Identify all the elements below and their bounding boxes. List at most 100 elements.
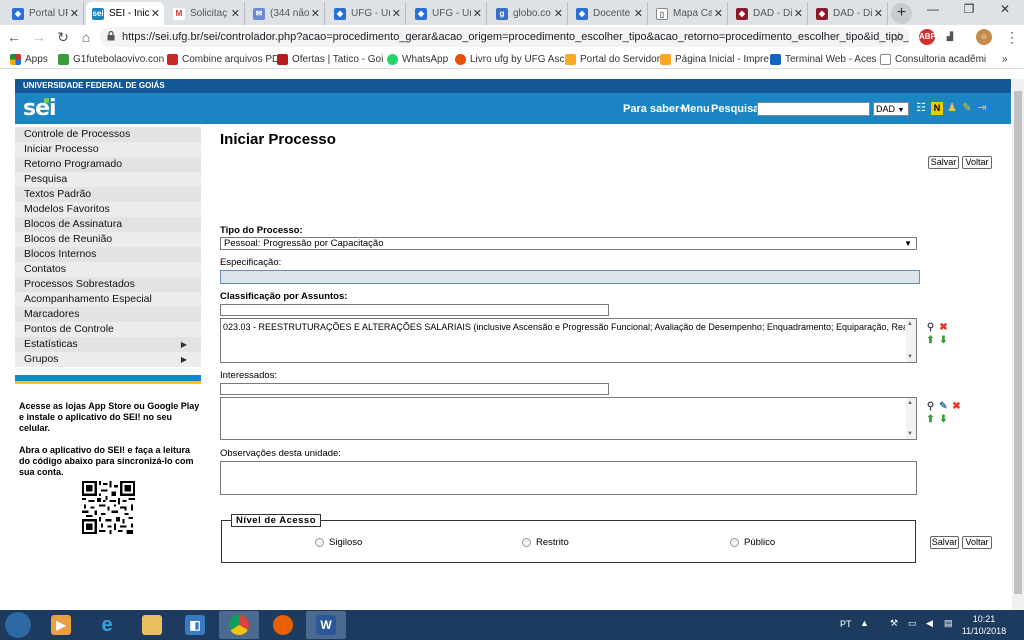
taskbar-word[interactable]: W [306,611,346,639]
lock-icon[interactable] [107,31,115,41]
close-tab-icon[interactable]: ✕ [714,7,723,20]
sidebar-item-grupos[interactable]: Grupos ▶ [15,352,201,367]
observacoes-textarea[interactable] [220,461,917,495]
move-down-icon[interactable]: ⬇ [938,414,949,425]
bookmark[interactable]: Consultoria acadêmi [880,52,986,66]
language-indicator[interactable]: PT [840,619,852,629]
scrollbar[interactable]: ▲ ▼ [906,398,916,439]
star-icon[interactable]: ☆ [890,28,908,46]
move-down-icon[interactable]: ⬇ [938,335,949,346]
sidebar-item-marcadores[interactable]: Marcadores [15,307,201,322]
bookmark[interactable]: Página Inicial - Impre [660,52,769,66]
publico-label[interactable]: Público [744,537,775,548]
scroll-down-icon[interactable]: ▼ [907,354,913,360]
sidebar-item-processos-sobrestados[interactable]: Processos Sobrestados [15,277,201,292]
close-tab-icon[interactable]: ✕ [311,7,320,20]
sidebar-item-retorno-programado[interactable]: Retorno Programado [15,157,201,172]
list-item[interactable]: 023.03 - REESTRUTURAÇÕES E ALTERAÇÕES SA… [223,322,905,332]
taskbar-media-player[interactable]: ▶ [41,611,81,639]
back-button-bottom[interactable]: Voltar [962,536,992,549]
restrito-radio[interactable] [522,538,531,547]
move-up-icon[interactable]: ⬆ [925,335,936,346]
browser-tab[interactable]: g globo.co ✕ [490,2,568,25]
interessados-list[interactable]: ▲ ▼ [220,397,917,440]
back-button-top[interactable]: Voltar [962,156,992,169]
exit-icon[interactable]: ⇥ [976,102,988,115]
close-tab-icon[interactable]: ✕ [151,7,160,20]
remove-icon[interactable]: ✖ [938,322,949,333]
sidebar-item-iniciar-processo[interactable]: Iniciar Processo [15,142,201,157]
taskbar-explorer[interactable] [132,611,172,639]
sei-logo[interactable]: sei [23,96,57,121]
tray-icon[interactable]: ⚒ [890,618,898,629]
edit-icon[interactable]: ✎ [938,401,949,412]
unit-select[interactable]: DAD ▼ [873,102,909,116]
sidebar-item-blocos-assinatura[interactable]: Blocos de Assinatura [15,217,201,232]
scroll-up-icon[interactable]: ▲ [907,321,913,327]
close-tab-icon[interactable]: ✕ [473,7,482,20]
bookmark[interactable]: Livro ufg by UFG Asc [455,52,564,66]
restrito-label[interactable]: Restrito [536,537,569,548]
remove-icon[interactable]: ✖ [951,401,962,412]
notification-icon[interactable]: ▤ [944,618,953,629]
browser-tab[interactable]: ✉ (344 não ✕ [247,2,325,25]
search-icon[interactable]: ⚲ [925,322,936,333]
tray-expand-icon[interactable]: ▲ [860,618,869,628]
browser-menu-icon[interactable]: ⋮ [1003,28,1021,46]
network-icon[interactable]: ▭ [908,618,917,629]
close-tab-icon[interactable]: ✕ [392,7,401,20]
bookmark[interactable]: WhatsApp [387,52,448,66]
browser-tab[interactable]: ▯ Mapa Ca ✕ [650,2,728,25]
interessados-input[interactable] [220,383,609,395]
taskbar-firefox[interactable] [263,611,303,639]
sidebar-item-textos-padrao[interactable]: Textos Padrão [15,187,201,202]
save-button-bottom[interactable]: Salvar [930,536,959,549]
close-tab-icon[interactable]: ✕ [231,7,240,20]
close-tab-icon[interactable]: ✕ [874,7,883,20]
sigiloso-label[interactable]: Sigiloso [329,537,362,548]
especificacao-input[interactable] [220,270,920,284]
browser-tab[interactable]: ◆ Portal UF ✕ [6,2,84,25]
sidebar-item-blocos-internos[interactable]: Blocos Internos [15,247,201,262]
volume-icon[interactable]: ◀ [926,618,933,629]
scroll-down-icon[interactable]: ▼ [907,431,913,437]
browser-tab[interactable]: M Solicitaç ✕ [167,2,245,25]
browser-tab[interactable]: ◆ DAD - Di ✕ [730,2,808,25]
search-input[interactable] [757,102,870,116]
home-icon[interactable]: ⌂ [77,28,95,46]
bookmark-apps[interactable]: Apps [10,52,48,66]
sidebar-item-contatos[interactable]: Contatos [15,262,201,277]
taskbar-app[interactable]: ◧ [175,611,215,639]
close-tab-icon[interactable]: ✕ [794,7,803,20]
menu-link[interactable]: Menu [681,103,710,115]
sidebar-item-controle-processos[interactable]: Controle de Processos [15,127,201,142]
scrollbar-thumb[interactable] [1014,91,1022,594]
bookmark[interactable]: Terminal Web - Aces [770,52,877,66]
taskbar-ie[interactable]: e [87,611,127,639]
signal-icon[interactable]: ▟ [942,29,958,45]
sidebar-item-pesquisa[interactable]: Pesquisa [15,172,201,187]
start-button[interactable] [5,612,31,638]
url-input[interactable]: https://sei.ufg.br/sei/controlador.php?a… [100,27,910,47]
tools-icon[interactable]: ✎ [961,102,973,115]
bookmark[interactable]: G1futebolaovivo.con [58,52,164,66]
browser-tab[interactable]: ◆ UFG - Un ✕ [328,2,406,25]
pesquisa-link[interactable]: Pesquisa [711,103,759,115]
sidebar-item-blocos-reuniao[interactable]: Blocos de Reunião [15,232,201,247]
taskbar-chrome[interactable] [219,611,259,639]
move-up-icon[interactable]: ⬆ [925,414,936,425]
scroll-up-icon[interactable]: ▲ [907,400,913,406]
restore-icon[interactable]: ❐ [951,0,987,20]
sidebar-item-modelos-favoritos[interactable]: Modelos Favoritos [15,202,201,217]
tipo-processo-select[interactable]: Pessoal: Progressão por Capacitação ▼ [220,237,917,250]
back-icon[interactable]: ← [5,28,23,46]
browser-tab-active[interactable]: sei SEI - Inic ✕ [86,2,164,25]
browser-tab[interactable]: ◆ Docente ✕ [570,2,648,25]
sigiloso-radio[interactable] [315,538,324,547]
browser-tab[interactable]: ◆ UFG - Un ✕ [409,2,487,25]
para-saber-link[interactable]: Para saber+ [623,103,686,115]
list-icon[interactable]: ☷ [915,102,927,115]
minimize-icon[interactable]: — [915,0,951,20]
close-window-icon[interactable]: ✕ [987,0,1023,20]
bookmark[interactable]: Ofertas | Tatico - Goi [277,52,383,66]
